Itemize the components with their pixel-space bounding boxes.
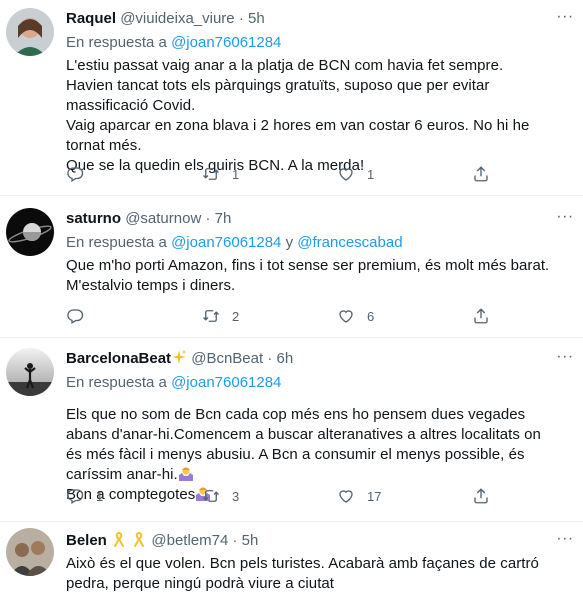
reply-prefix: En respuesta a (66, 34, 167, 51)
like-button[interactable]: 1 (337, 164, 374, 184)
mention-link[interactable]: @joan76061284 (171, 234, 281, 251)
more-icon[interactable]: ··· (555, 349, 575, 370)
like-count: 1 (367, 166, 375, 182)
like-count: 17 (367, 488, 382, 504)
more-icon[interactable]: ··· (555, 531, 575, 552)
like-icon (339, 490, 353, 503)
retweet-count: 3 (232, 488, 240, 504)
tweet-text-line: Que m'ho porti Amazon, fins i tot sense … (66, 257, 550, 294)
retweet-button[interactable]: 1 (202, 164, 239, 184)
reply-icon (67, 167, 84, 182)
reply-prefix: En respuesta a (66, 374, 167, 391)
mention-link[interactable]: @francescabad (297, 234, 402, 251)
reply-button[interactable] (66, 164, 96, 184)
person-shrugging-emoji (178, 467, 193, 481)
timestamp[interactable]: 5h (248, 10, 265, 27)
tweet-text-line: Els que no som de Bcn cada cop més ens h… (66, 406, 541, 483)
retweet-icon (203, 168, 219, 180)
separator-dot: · (238, 10, 244, 27)
retweet-count: 1 (232, 166, 240, 182)
tweet[interactable]: BarcelonaBeat @BcnBeat · 6h En respuesta… (0, 338, 583, 522)
reply-joiner: y (285, 234, 294, 251)
timestamp[interactable]: 7h (215, 210, 232, 227)
user-handle[interactable]: @betlem74 (151, 532, 228, 549)
share-icon (474, 308, 488, 324)
separator-dot: · (267, 350, 273, 367)
reply-button[interactable] (66, 306, 96, 326)
yellow-ribbon-emoji (134, 531, 145, 547)
mention-link[interactable]: @joan76061284 (171, 34, 281, 51)
tweet-actions: 1 3 17 (66, 486, 506, 506)
tweet[interactable]: Belen @betlem74 · 5h Això és el que vole… (0, 522, 583, 593)
sparkles-emoji (172, 350, 187, 364)
share-button[interactable] (472, 306, 490, 326)
share-icon (474, 488, 488, 504)
tweet-header: saturno @saturnow · 7h (66, 209, 553, 229)
like-button[interactable]: 17 (337, 486, 381, 506)
like-icon (339, 310, 353, 323)
more-icon[interactable]: ··· (555, 209, 575, 230)
tweet-text-line: Vaig aparcar en zona blava i 2 hores em … (66, 117, 530, 154)
share-button[interactable] (472, 164, 490, 184)
mention-link[interactable]: @joan76061284 (171, 374, 281, 391)
separator-dot: · (205, 210, 211, 227)
reply-count: 1 (96, 488, 104, 504)
reply-icon (67, 309, 84, 324)
tweet-text-line: L'estiu passat vaig anar a la platja de … (66, 57, 504, 114)
timestamp[interactable]: 5h (242, 532, 259, 549)
reply-context: En respuesta a @joan76061284 (66, 33, 553, 53)
tweet-actions: 1 1 (66, 164, 506, 184)
reply-prefix: En respuesta a (66, 234, 167, 251)
tweet-header: BarcelonaBeat @BcnBeat · 6h (66, 349, 553, 369)
like-count: 6 (367, 308, 375, 324)
share-icon (474, 166, 488, 182)
reply-icon (67, 489, 84, 504)
separator-dot: · (232, 532, 238, 549)
display-name[interactable]: saturno (66, 210, 121, 227)
tweet-text: Això és el que volen. Bcn pels turistes.… (66, 554, 553, 593)
avatar[interactable] (6, 8, 54, 56)
reply-context: En respuesta a @joan76061284 (66, 373, 553, 393)
retweet-button[interactable]: 2 (202, 306, 239, 326)
retweet-count: 2 (232, 308, 240, 324)
tweet-text: L'estiu passat vaig anar a la platja de … (66, 56, 553, 176)
retweet-button[interactable]: 3 (202, 486, 239, 506)
tweet-text: Que m'ho porti Amazon, fins i tot sense … (66, 256, 553, 296)
avatar[interactable] (6, 528, 54, 576)
reply-button[interactable]: 1 (66, 486, 103, 506)
retweet-icon (203, 490, 219, 502)
display-name[interactable]: Raquel (66, 10, 116, 27)
share-button[interactable] (472, 486, 490, 506)
tweet-header: Belen @betlem74 · 5h (66, 531, 553, 551)
more-icon[interactable]: ··· (555, 9, 575, 30)
avatar[interactable] (6, 348, 54, 396)
user-handle[interactable]: @BcnBeat (191, 350, 263, 367)
yellow-ribbon-emoji (114, 531, 125, 547)
tweet-actions: 2 6 (66, 306, 506, 326)
tweet-text-line: Això és el que volen. Bcn pels turistes.… (66, 555, 539, 592)
display-name[interactable]: BarcelonaBeat (66, 350, 171, 367)
timestamp[interactable]: 6h (277, 350, 294, 367)
tweet-header: Raquel @viuideixa_viure · 5h (66, 9, 553, 29)
user-handle[interactable]: @viuideixa_viure (120, 10, 234, 27)
user-handle[interactable]: @saturnow (125, 210, 201, 227)
display-name[interactable]: Belen (66, 532, 107, 549)
tweet[interactable]: saturno @saturnow · 7h En respuesta a @j… (0, 196, 583, 338)
like-icon (339, 168, 353, 181)
avatar[interactable] (6, 208, 54, 256)
reply-context: En respuesta a @joan76061284 y @francesc… (66, 233, 553, 253)
like-button[interactable]: 6 (337, 306, 374, 326)
tweet[interactable]: Raquel @viuideixa_viure · 5h En respuest… (0, 0, 583, 196)
retweet-icon (203, 310, 219, 322)
